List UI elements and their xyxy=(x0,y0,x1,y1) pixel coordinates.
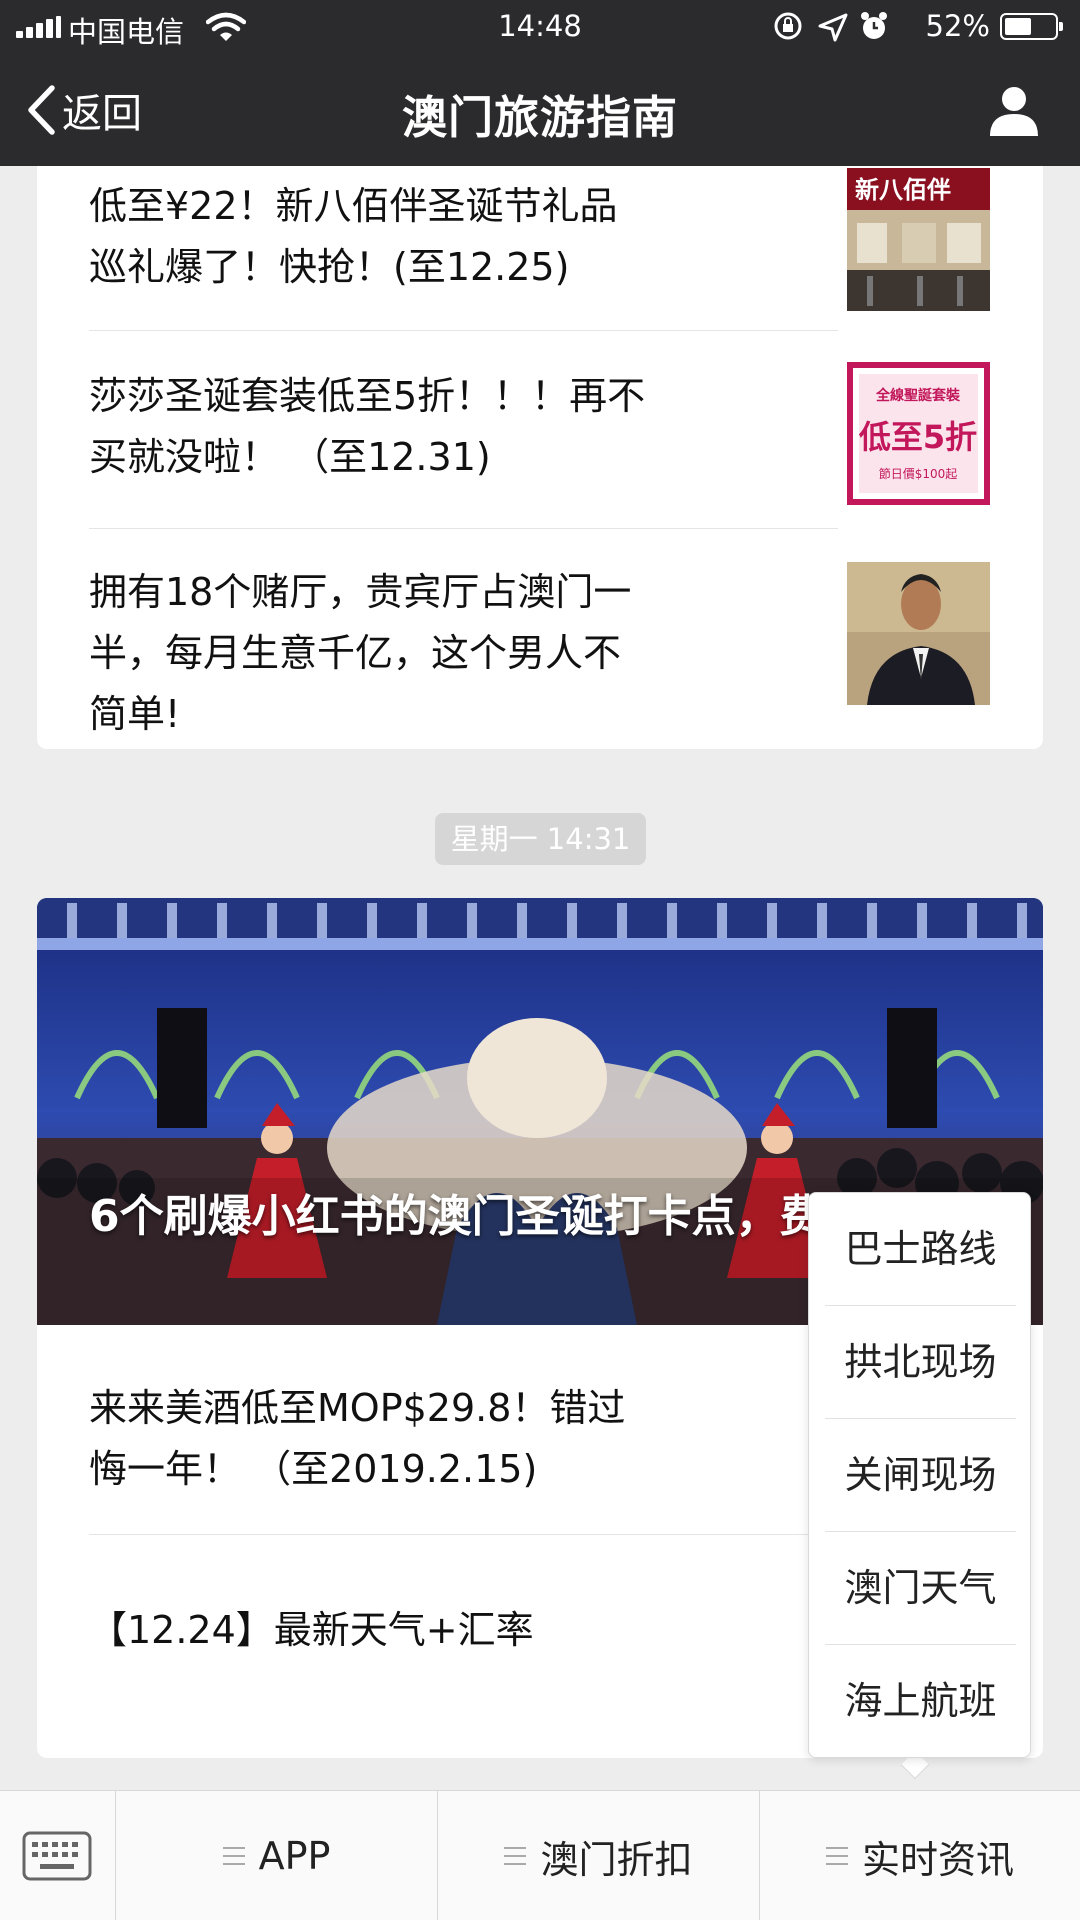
tab-label: 澳门折扣 xyxy=(540,1837,693,1882)
tab-label: APP xyxy=(258,1834,331,1878)
bottom-menu-bar: APP 澳门折扣 实时资讯 xyxy=(0,1790,1080,1920)
article-item[interactable]: 拥有18个赌厅，贵宾厅占澳门一半，每月生意千亿，这个男人不简单! xyxy=(89,562,990,736)
tab-macau-discounts[interactable]: 澳门折扣 xyxy=(438,1791,760,1920)
submenu-item-border-gate[interactable]: 关闸现场 xyxy=(825,1419,1016,1531)
submenu-item-ferry[interactable]: 海上航班 xyxy=(825,1645,1016,1757)
top-bar: 中国电信 14:48 52% 返回 澳门旅游指南 xyxy=(0,0,1080,166)
status-bar: 中国电信 14:48 52% xyxy=(0,0,1080,54)
submenu-item-gongbei[interactable]: 拱北现场 xyxy=(825,1306,1016,1418)
message-card: 低至¥22！新八佰伴圣诞节礼品巡礼爆了！快抢！(至12.25) 新八佰伴 莎莎圣… xyxy=(37,166,1043,749)
status-time: 14:48 xyxy=(498,9,582,43)
message-timestamp: 星期一 14:31 xyxy=(435,813,646,865)
location-icon xyxy=(818,13,848,42)
article-item[interactable]: 莎莎圣诞套装低至5折！！！再不买就没啦！ （至12.31) 全線聖誕套裝 低至5… xyxy=(89,362,990,506)
page-title: 澳门旅游指南 xyxy=(401,91,678,144)
divider xyxy=(89,330,838,331)
tab-label: 实时资讯 xyxy=(861,1837,1014,1882)
menu-lines-icon xyxy=(504,1847,527,1865)
promo-top-text: 全線聖誕套裝 xyxy=(875,387,961,404)
menu-lines-icon xyxy=(825,1847,848,1865)
battery-icon xyxy=(1000,13,1063,40)
promo-main-text: 低至5折 xyxy=(859,418,977,456)
article-title: 来来美酒低至MOP$29.8！错过悔一年！ （至2019.2.15) xyxy=(89,1386,626,1491)
article-item[interactable]: 低至¥22！新八佰伴圣诞节礼品巡礼爆了！快抢！(至12.25) 新八佰伴 xyxy=(89,168,990,316)
battery-percent: 52% xyxy=(925,9,990,43)
submenu-popup: 巴士路线 拱北现场 关闸现场 澳门天气 海上航班 xyxy=(808,1192,1031,1758)
nav-bar: 返回 澳门旅游指南 xyxy=(0,54,1080,166)
article-title: 【12.24】最新天气+汇率 xyxy=(89,1608,534,1652)
rotation-lock-icon xyxy=(774,12,802,40)
tab-live-info[interactable]: 实时资讯 xyxy=(760,1791,1080,1920)
article-thumbnail: 全線聖誕套裝 低至5折 節日價$100起 xyxy=(847,362,990,505)
keyboard-icon xyxy=(22,1831,92,1881)
submenu-item-bus-routes[interactable]: 巴士路线 xyxy=(825,1193,1016,1305)
profile-icon[interactable] xyxy=(986,82,1042,138)
article-title: 低至¥22！新八佰伴圣诞节礼品巡礼爆了！快抢！(至12.25) xyxy=(89,184,618,289)
article-title: 莎莎圣诞套装低至5折！！！再不买就没啦！ （至12.31) xyxy=(89,374,646,479)
article-title: 拥有18个赌厅，贵宾厅占澳门一半，每月生意千亿，这个男人不简单! xyxy=(89,570,632,736)
article-thumbnail: 新八佰伴 xyxy=(847,168,990,311)
keyboard-toggle-button[interactable] xyxy=(0,1791,116,1920)
article-thumbnail xyxy=(847,562,990,705)
promo-bottom-text: 節日價$100起 xyxy=(879,466,958,481)
alarm-icon xyxy=(861,12,887,39)
shop-sign-text: 新八佰伴 xyxy=(855,176,951,204)
menu-lines-icon xyxy=(222,1847,245,1865)
divider xyxy=(89,1534,838,1535)
status-icons xyxy=(774,12,887,42)
tab-app[interactable]: APP xyxy=(116,1791,438,1920)
submenu-item-weather[interactable]: 澳门天气 xyxy=(825,1532,1016,1644)
divider xyxy=(89,528,838,529)
